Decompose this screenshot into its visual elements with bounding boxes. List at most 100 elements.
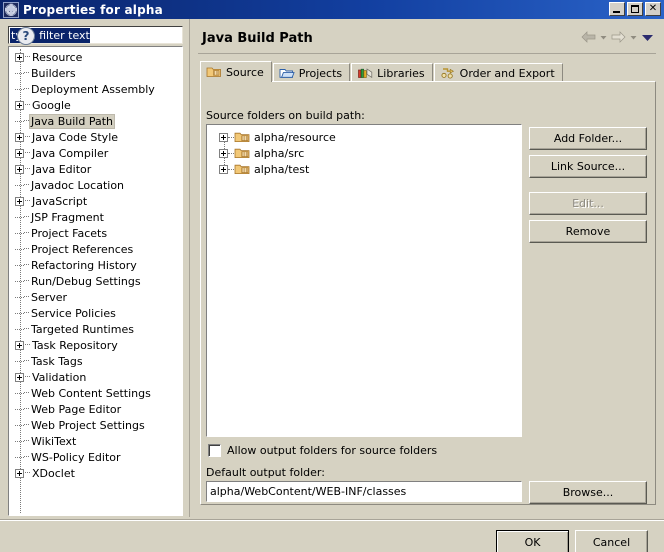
help-icon[interactable]: ?: [17, 27, 35, 45]
expand-icon[interactable]: [219, 164, 228, 174]
back-arrow-icon[interactable]: [581, 31, 596, 43]
tree-item-wikitext[interactable]: WikiText: [9, 433, 182, 449]
close-button[interactable]: ✕: [645, 2, 661, 16]
tree-item-label: Java Build Path: [29, 113, 116, 129]
cancel-button[interactable]: Cancel: [575, 530, 648, 552]
expand-icon[interactable]: [15, 132, 24, 142]
allow-output-folders-checkbox-row[interactable]: Allow output folders for source folders: [208, 444, 437, 457]
tab-source[interactable]: Source: [200, 61, 272, 82]
expand-icon[interactable]: [15, 164, 24, 174]
minimize-button[interactable]: [609, 2, 625, 16]
tree-item-server[interactable]: Server: [9, 289, 182, 305]
tree-item-refactoring-history[interactable]: Refactoring History: [9, 257, 182, 273]
expand-icon[interactable]: [15, 196, 24, 206]
title-bar[interactable]: Properties for alpha ✕: [0, 0, 664, 19]
tree-item-java-compiler[interactable]: Java Compiler: [9, 145, 182, 161]
tree-item-targeted-runtimes[interactable]: Targeted Runtimes: [9, 321, 182, 337]
tree-item-google[interactable]: Google: [9, 97, 182, 113]
page-nav-controls: [581, 31, 654, 43]
expand-icon[interactable]: [15, 372, 24, 382]
tree-item-resource[interactable]: Resource: [9, 49, 182, 65]
tree-connector: [15, 181, 24, 190]
expand-icon[interactable]: [15, 468, 24, 478]
tab-order-and-export[interactable]: Order and Export: [433, 63, 563, 82]
tree-connector: [24, 433, 29, 449]
tree-connector: [15, 405, 24, 414]
forward-history-chevron-down-icon[interactable]: [629, 32, 638, 42]
title-separator: [198, 53, 656, 54]
expand-icon[interactable]: [15, 340, 24, 350]
tree-connector: [15, 389, 24, 398]
tree-connector: [24, 289, 29, 305]
source-folders-list[interactable]: alpha/resource alpha/src alpha/test: [206, 124, 522, 437]
tree-connector: [24, 417, 29, 433]
tab-label: Projects: [298, 66, 343, 80]
tree-item-task-repository[interactable]: Task Repository: [9, 337, 182, 353]
default-output-folder-input[interactable]: alpha/WebContent/WEB-INF/classes: [206, 481, 522, 502]
back-history-chevron-down-icon[interactable]: [599, 32, 608, 42]
maximize-button[interactable]: [627, 2, 643, 16]
tree-connector: [24, 321, 29, 337]
tree-connector: [25, 49, 30, 65]
window-title: Properties for alpha: [23, 2, 163, 17]
tree-item-javadoc-location[interactable]: Javadoc Location: [9, 177, 182, 193]
expand-icon[interactable]: [15, 52, 24, 62]
expand-icon[interactable]: [219, 148, 228, 158]
order-export-icon: [440, 66, 456, 80]
tab-projects[interactable]: Projects: [272, 63, 351, 82]
tree-item-label: WikiText: [31, 434, 77, 448]
tab-libraries[interactable]: Libraries: [351, 63, 433, 82]
tree-item-label: Run/Debug Settings: [31, 274, 141, 288]
remove-button[interactable]: Remove: [529, 220, 647, 243]
package-folder-icon: [234, 130, 251, 144]
tree-connector: [24, 241, 29, 257]
forward-arrow-icon[interactable]: [611, 31, 626, 43]
tree-item-label: Validation: [32, 370, 87, 384]
link-source-button[interactable]: Link Source...: [529, 155, 647, 178]
tree-item-service-policies[interactable]: Service Policies: [9, 305, 182, 321]
tree-item-ws-policy-editor[interactable]: WS-Policy Editor: [9, 449, 182, 465]
view-menu-icon[interactable]: [641, 32, 654, 42]
tree-item-label: Service Policies: [31, 306, 116, 320]
source-folder-row[interactable]: alpha/test: [207, 161, 521, 177]
tree-item-web-project-settings[interactable]: Web Project Settings: [9, 417, 182, 433]
tree-item-validation[interactable]: Validation: [9, 369, 182, 385]
tree-item-java-build-path[interactable]: Java Build Path: [9, 113, 182, 129]
settings-tree[interactable]: Resource Builders Deployment Assembly Googl…: [8, 46, 183, 516]
tree-item-label: Web Project Settings: [31, 418, 145, 432]
tree-item-label: Builders: [31, 66, 76, 80]
expand-icon[interactable]: [15, 100, 24, 110]
tree-connector: [15, 437, 24, 446]
source-folder-row[interactable]: alpha/src: [207, 145, 521, 161]
tree-item-label: Task Tags: [31, 354, 83, 368]
tree-item-web-page-editor[interactable]: Web Page Editor: [9, 401, 182, 417]
source-folder-row[interactable]: alpha/resource: [207, 129, 521, 145]
tree-item-jsp-fragment[interactable]: JSP Fragment: [9, 209, 182, 225]
tree-item-java-code-style[interactable]: Java Code Style: [9, 129, 182, 145]
tree-item-web-content-settings[interactable]: Web Content Settings: [9, 385, 182, 401]
tree-item-builders[interactable]: Builders: [9, 65, 182, 81]
expand-icon[interactable]: [15, 148, 24, 158]
add-folder-button[interactable]: Add Folder...: [529, 127, 647, 150]
tree-item-deployment-assembly[interactable]: Deployment Assembly: [9, 81, 182, 97]
tree-item-project-references[interactable]: Project References: [9, 241, 182, 257]
tree-connector: [24, 449, 29, 465]
tree-item-javascript[interactable]: JavaScript: [9, 193, 182, 209]
tree-item-task-tags[interactable]: Task Tags: [9, 353, 182, 369]
page-title: Java Build Path: [202, 31, 313, 46]
tree-item-project-facets[interactable]: Project Facets: [9, 225, 182, 241]
tree-item-java-editor[interactable]: Java Editor: [9, 161, 182, 177]
tree-connector: [15, 117, 24, 126]
browse-button[interactable]: Browse...: [529, 481, 647, 504]
properties-dialog: Properties for alpha ✕ type filter text …: [0, 0, 664, 552]
tree-item-xdoclet[interactable]: XDoclet: [9, 465, 182, 481]
tree-connector: [24, 113, 29, 129]
tree-item-run-debug-settings[interactable]: Run/Debug Settings: [9, 273, 182, 289]
expand-icon[interactable]: [219, 132, 228, 142]
tree-item-label: Java Code Style: [32, 130, 119, 144]
tree-connector: [24, 401, 29, 417]
source-folder-label: alpha/test: [254, 162, 310, 176]
tree-connector: [15, 213, 24, 222]
allow-output-folders-checkbox[interactable]: [208, 444, 221, 457]
ok-button[interactable]: OK: [496, 530, 569, 552]
